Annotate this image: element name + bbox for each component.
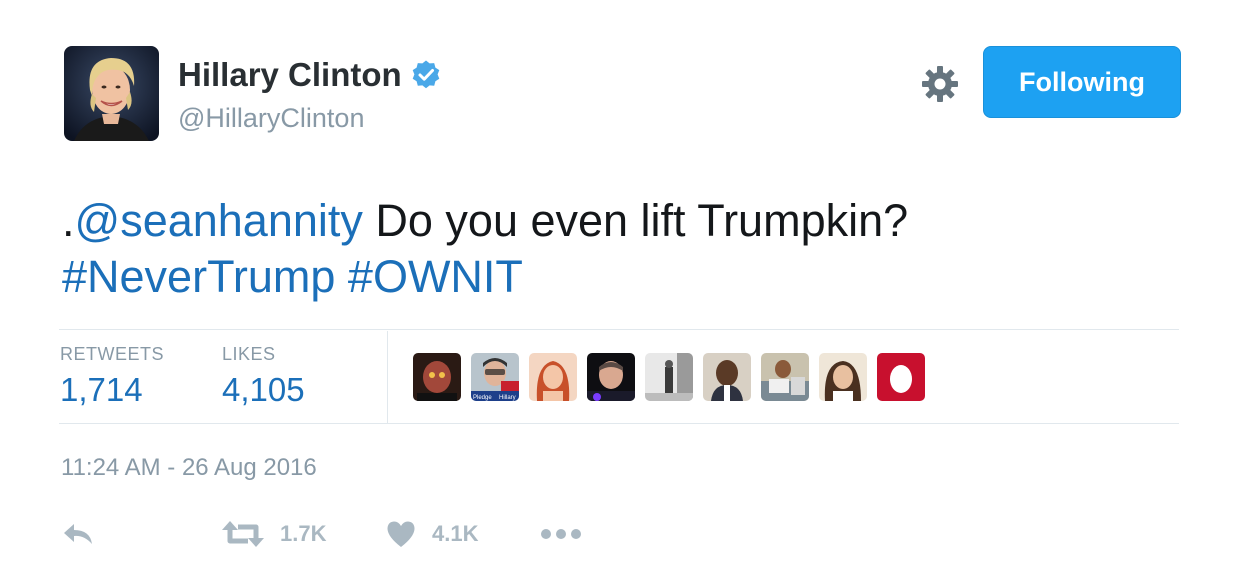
- name-row[interactable]: Hillary Clinton: [178, 56, 442, 94]
- liker-avatar[interactable]: [587, 353, 635, 401]
- like-count: 4.1K: [432, 521, 479, 546]
- liker-badge-left: Pledge: [473, 395, 492, 401]
- more-button[interactable]: [540, 514, 582, 554]
- following-button[interactable]: Following: [983, 46, 1181, 118]
- hashtag-link-nevertrump[interactable]: #NeverTrump: [62, 251, 335, 302]
- avatar[interactable]: [64, 46, 159, 141]
- retweet-count: 1.7K: [280, 521, 327, 546]
- liker-avatar[interactable]: [761, 353, 809, 401]
- liker-badge-right: Hillary: [499, 395, 516, 401]
- verified-badge-icon: [412, 60, 439, 89]
- reply-button[interactable]: [62, 514, 94, 554]
- tweet-text-line-1: .@seanhannity Do you even lift Trumpkin?: [62, 193, 1162, 249]
- tweet-card: Hillary Clinton @HillaryClinton Followin…: [0, 0, 1236, 574]
- stats-separator: [387, 331, 388, 423]
- heart-icon: [387, 521, 415, 547]
- reply-icon: [64, 524, 92, 544]
- retweets-label[interactable]: RETWEETS: [60, 344, 164, 365]
- tweet-text-prefix: .: [62, 195, 75, 246]
- mention-link[interactable]: @seanhannity: [75, 195, 363, 246]
- tweet-text-body: Do you even lift Trumpkin?: [362, 195, 909, 246]
- divider-bottom: [59, 423, 1179, 424]
- display-name[interactable]: Hillary Clinton: [178, 56, 402, 94]
- retweets-count[interactable]: 1,714: [60, 371, 143, 409]
- gear-icon[interactable]: [920, 64, 960, 104]
- liker-avatar[interactable]: [819, 353, 867, 401]
- liker-avatar[interactable]: [703, 353, 751, 401]
- tweet-text: .@seanhannity Do you even lift Trumpkin?…: [62, 193, 1162, 305]
- more-dots-icon: [541, 529, 581, 539]
- tweet-text-line-2: #NeverTrump #OWNIT: [62, 249, 1162, 305]
- tweet-timestamp[interactable]: 11:24 AM - 26 Aug 2016: [61, 454, 317, 482]
- retweet-button[interactable]: 1.7K: [222, 514, 326, 554]
- liker-avatar[interactable]: [529, 353, 577, 401]
- liker-avatar[interactable]: Pledge Hillary: [471, 353, 519, 401]
- liker-avatar[interactable]: [645, 353, 693, 401]
- likes-count[interactable]: 4,105: [222, 371, 305, 409]
- divider-top: [59, 329, 1179, 330]
- hashtag-link-ownit[interactable]: #OWNIT: [348, 251, 523, 302]
- likes-label[interactable]: LIKES: [222, 344, 276, 365]
- liker-avatar[interactable]: [413, 353, 461, 401]
- retweet-icon: [222, 521, 264, 547]
- like-button[interactable]: 4.1K: [386, 514, 478, 554]
- user-handle[interactable]: @HillaryClinton: [178, 103, 364, 134]
- liker-avatar[interactable]: [877, 353, 925, 401]
- liker-avatars: Pledge Hillary: [413, 353, 925, 401]
